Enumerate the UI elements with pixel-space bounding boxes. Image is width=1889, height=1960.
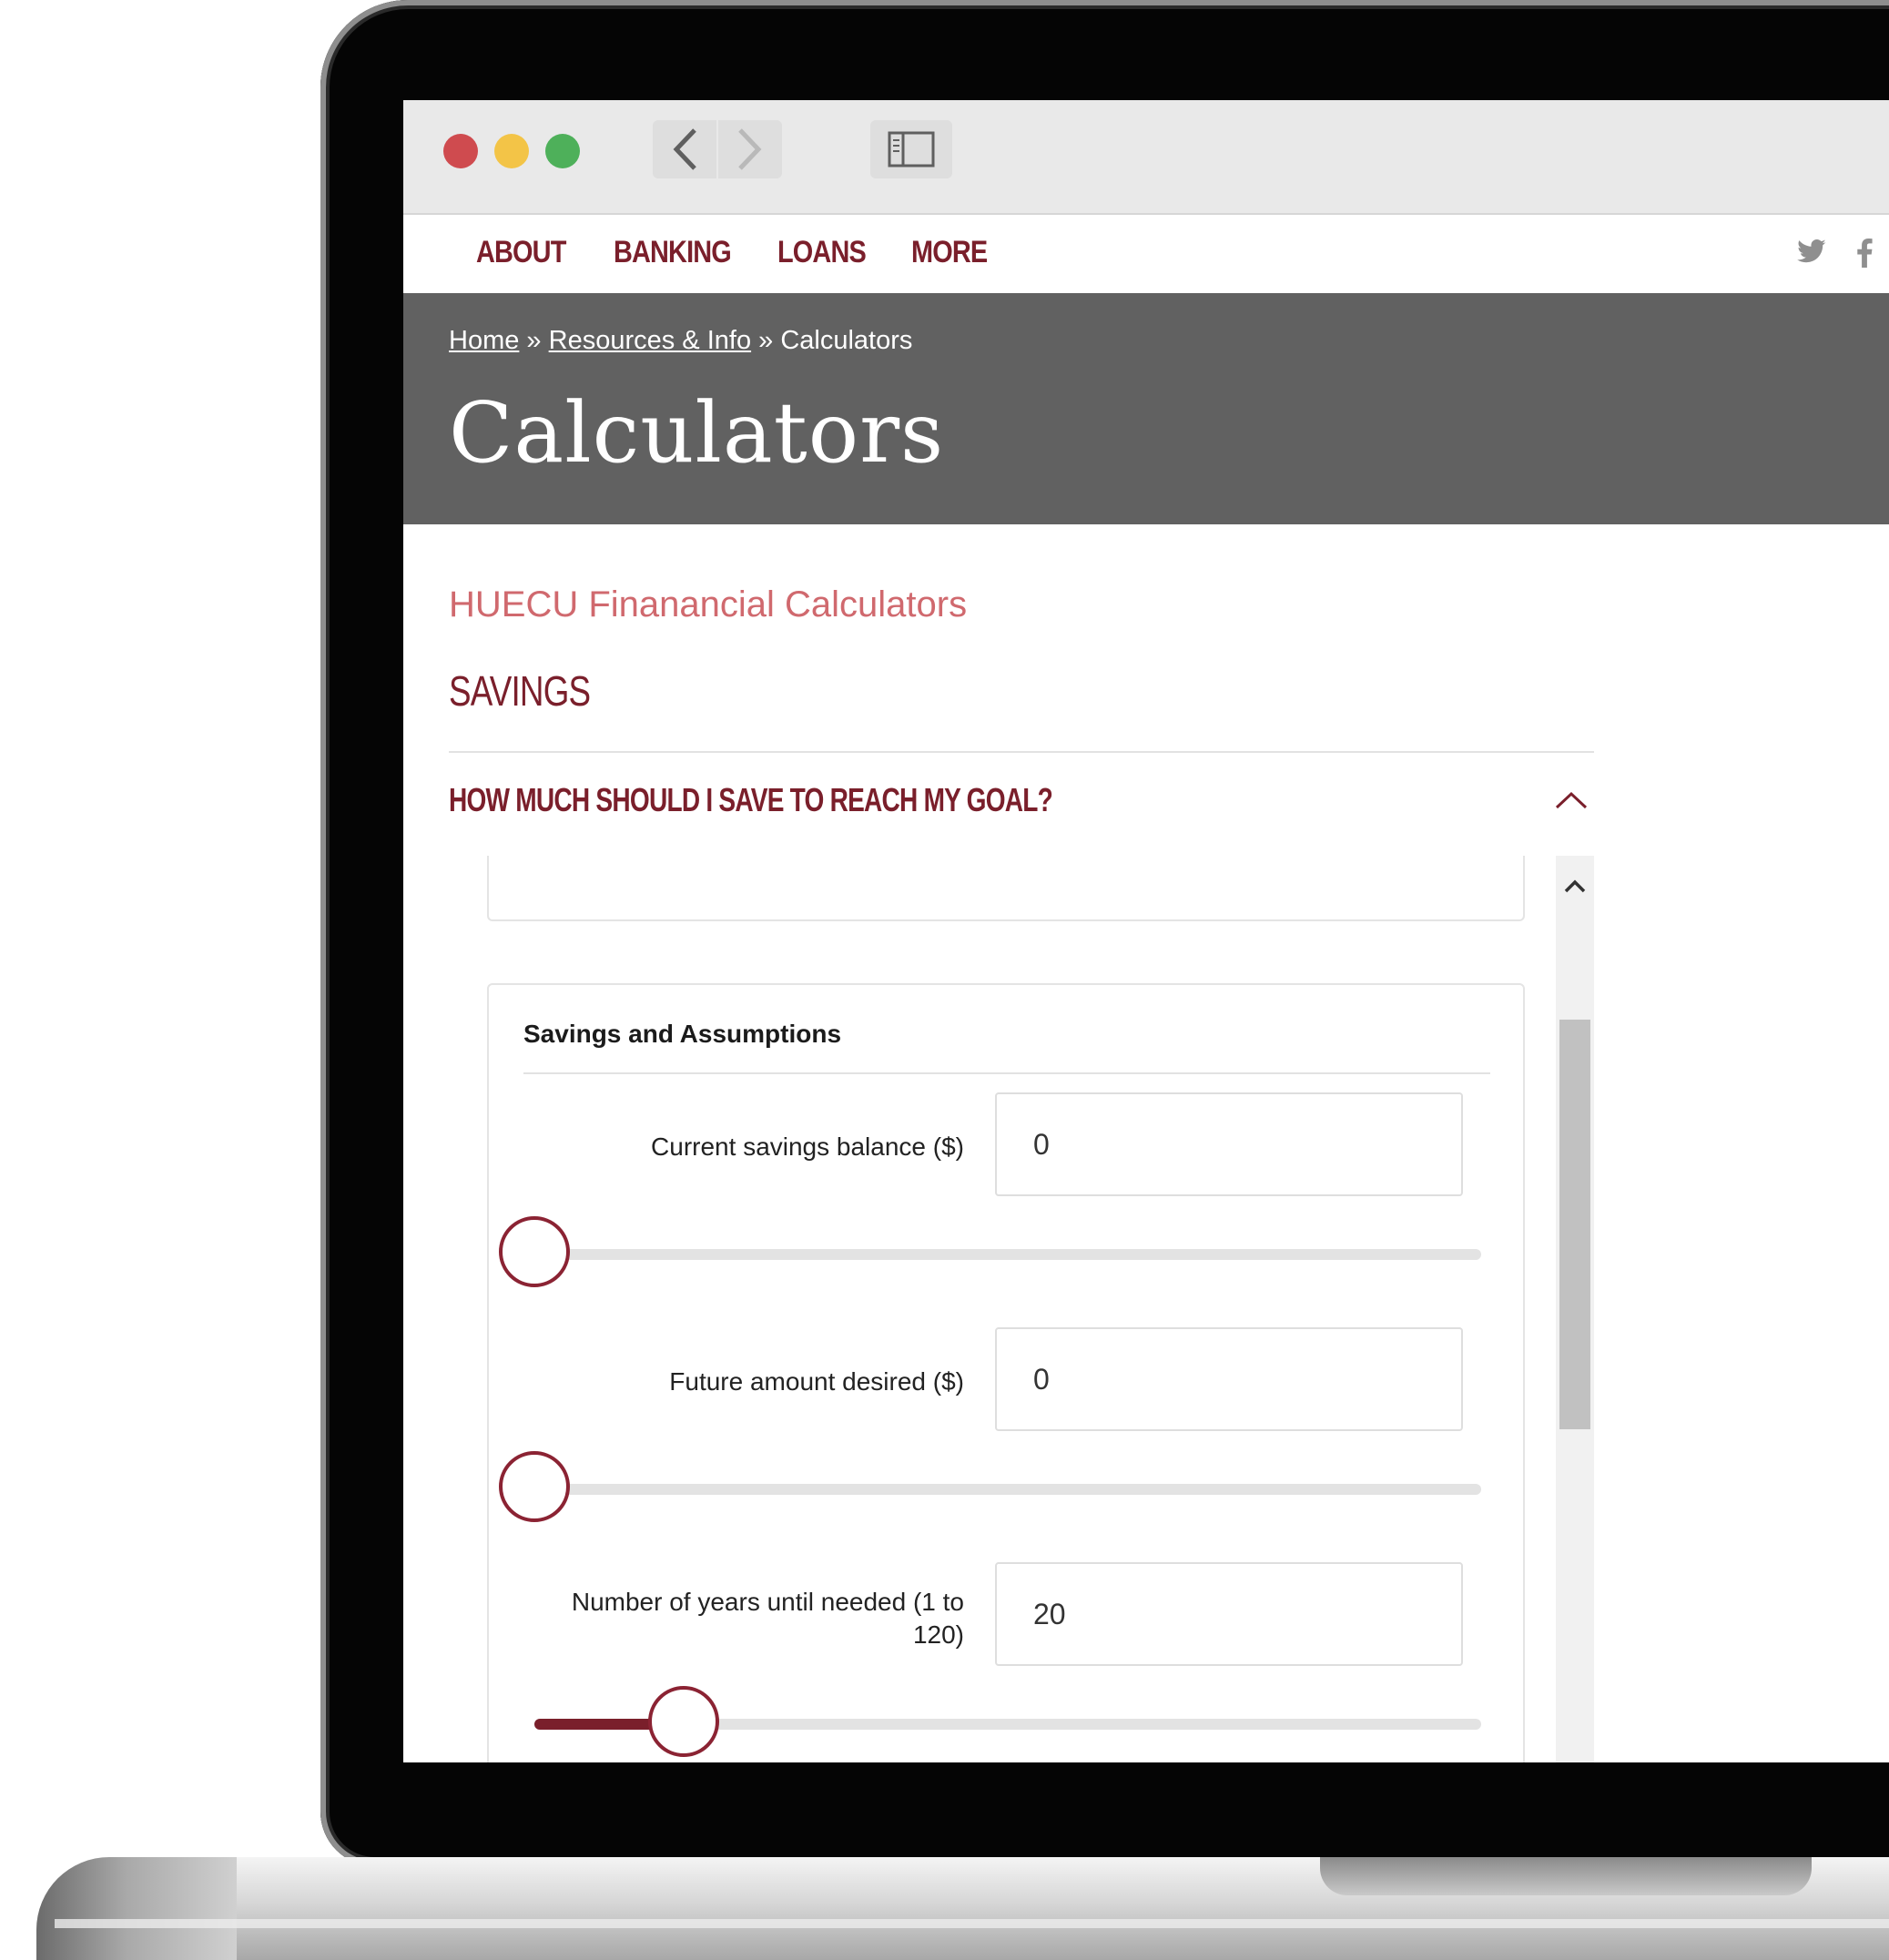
page-hero: Home » Resources & Info » Calculators Ca… bbox=[403, 293, 1889, 524]
slider-thumb[interactable] bbox=[499, 1216, 570, 1287]
chevron-up-icon bbox=[1564, 879, 1586, 893]
nav-banking[interactable]: BANKING bbox=[614, 235, 732, 270]
current-savings-label: Current savings balance ($) bbox=[651, 1132, 964, 1161]
slider-track bbox=[534, 1484, 1481, 1495]
page-title: Calculators bbox=[449, 384, 945, 482]
frame-scrollbar[interactable] bbox=[1556, 856, 1594, 1762]
laptop-base-highlight bbox=[55, 1919, 1889, 1928]
card-divider bbox=[523, 1072, 1490, 1074]
site-navigation: ABOUT BANKING LOANS MORE bbox=[403, 215, 1889, 293]
future-amount-label: Future amount desired ($) bbox=[669, 1367, 964, 1396]
laptop-base-shade bbox=[36, 1857, 237, 1960]
back-button[interactable] bbox=[653, 120, 716, 178]
breadcrumb-separator: » bbox=[758, 326, 774, 355]
laptop-notch bbox=[1320, 1857, 1812, 1895]
current-savings-input[interactable] bbox=[995, 1092, 1463, 1196]
facebook-icon[interactable] bbox=[1854, 239, 1874, 275]
calculator-frame[interactable]: Savings and Assumptions Current savings … bbox=[449, 856, 1594, 1762]
accordion-toggle[interactable] bbox=[1549, 777, 1594, 823]
years-until-needed-label: Number of years until needed (1 to 120) bbox=[527, 1586, 964, 1651]
page-subtitle: HUECU Finanancial Calculators bbox=[449, 584, 968, 625]
scroll-thumb[interactable] bbox=[1559, 1020, 1590, 1429]
breadcrumb-current: Calculators bbox=[780, 326, 913, 355]
card-title: Savings and Assumptions bbox=[523, 1020, 842, 1048]
forward-button[interactable] bbox=[716, 120, 782, 178]
breadcrumb-separator: » bbox=[526, 326, 542, 355]
current-savings-slider[interactable] bbox=[498, 1213, 1481, 1295]
years-label-line2: 120) bbox=[912, 1620, 964, 1649]
scroll-up-button[interactable] bbox=[1556, 865, 1594, 907]
nav-more[interactable]: MORE bbox=[911, 235, 988, 270]
future-amount-input[interactable] bbox=[995, 1327, 1463, 1431]
browser-window: ABOUT BANKING LOANS MORE Home » Resource… bbox=[403, 100, 1889, 1762]
nav-loans[interactable]: LOANS bbox=[777, 235, 867, 270]
sidebar-icon bbox=[888, 131, 935, 168]
minimize-window-button[interactable] bbox=[494, 134, 529, 168]
chevron-up-icon bbox=[1555, 791, 1588, 809]
twitter-icon[interactable] bbox=[1796, 239, 1827, 273]
savings-assumptions-card: Savings and Assumptions Current savings … bbox=[487, 983, 1525, 1762]
sidebar-toggle-button[interactable] bbox=[870, 120, 952, 178]
chevron-right-icon bbox=[738, 128, 762, 170]
close-window-button[interactable] bbox=[443, 134, 478, 168]
breadcrumb: Home » Resources & Info » Calculators bbox=[449, 326, 912, 356]
slider-thumb[interactable] bbox=[648, 1686, 720, 1757]
breadcrumb-home[interactable]: Home bbox=[449, 326, 519, 355]
slider-track bbox=[534, 1249, 1481, 1260]
accordion-title: HOW MUCH SHOULD I SAVE TO REACH MY GOAL? bbox=[449, 781, 1053, 818]
previous-card bbox=[487, 856, 1525, 921]
nav-about[interactable]: ABOUT bbox=[476, 235, 566, 270]
maximize-window-button[interactable] bbox=[545, 134, 580, 168]
years-until-needed-input[interactable] bbox=[995, 1562, 1463, 1666]
section-divider bbox=[449, 751, 1594, 753]
years-label-line1: Number of years until needed (1 to bbox=[571, 1588, 964, 1616]
accordion-header[interactable]: HOW MUCH SHOULD I SAVE TO REACH MY GOAL? bbox=[449, 772, 1594, 830]
breadcrumb-resources[interactable]: Resources & Info bbox=[549, 326, 751, 355]
slider-thumb[interactable] bbox=[499, 1451, 570, 1522]
section-heading: SAVINGS bbox=[449, 667, 591, 715]
years-until-needed-slider[interactable] bbox=[498, 1682, 1481, 1762]
browser-toolbar bbox=[403, 100, 1889, 216]
future-amount-slider[interactable] bbox=[498, 1447, 1481, 1529]
chevron-left-icon bbox=[673, 128, 696, 170]
